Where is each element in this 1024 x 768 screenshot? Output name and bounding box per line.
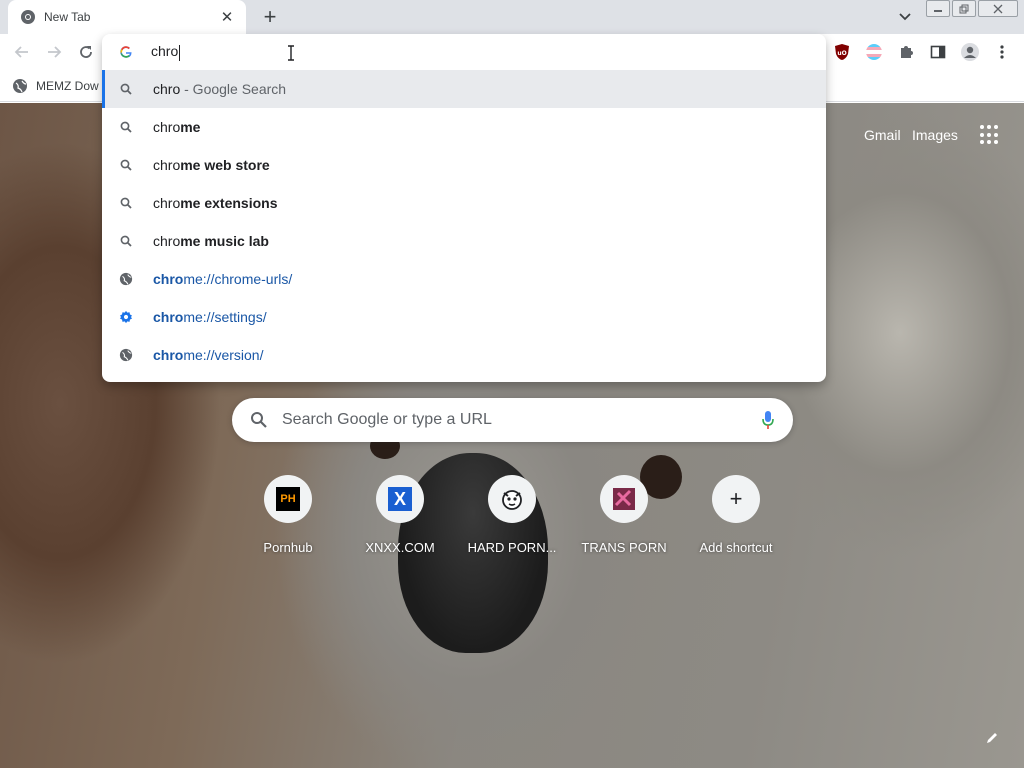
minimize-button[interactable] [926, 0, 950, 17]
ibeam-cursor-icon [288, 45, 294, 61]
window-controls [926, 0, 1020, 18]
ntp-search-placeholder: Search Google or type a URL [282, 411, 492, 428]
suggestion-item[interactable]: chrome://settings/ [102, 298, 826, 336]
xnxx-favicon-icon: X [388, 487, 412, 511]
search-icon [119, 196, 133, 210]
suggestion-item[interactable]: chrome://chrome-urls/ [102, 260, 826, 298]
suggestion-item[interactable]: chro - Google Search [102, 70, 826, 108]
trans-porn-favicon-icon [613, 488, 635, 510]
back-button[interactable] [10, 40, 34, 64]
gmail-link[interactable]: Gmail [864, 127, 901, 143]
pornhub-favicon-icon: PH [276, 487, 300, 511]
text-caret [179, 44, 181, 61]
shortcut-tile[interactable]: HARD PORN... [456, 475, 568, 565]
animal-face-favicon-icon [502, 490, 522, 510]
side-panel-icon[interactable] [926, 40, 950, 64]
add-shortcut-button[interactable]: + Add shortcut [680, 475, 792, 565]
images-link[interactable]: Images [912, 127, 958, 143]
shortcut-icon-container [600, 475, 648, 523]
globe-icon [13, 79, 27, 93]
microphone-icon[interactable] [761, 410, 775, 430]
restore-button[interactable] [952, 0, 976, 17]
suggestion-text: chrome://version/ [153, 347, 264, 363]
suggestion-item[interactable]: chrome music lab [102, 222, 826, 260]
suggestion-text: chrome://settings/ [153, 309, 267, 325]
search-icon [119, 234, 133, 248]
back-arrow-icon [14, 46, 28, 58]
menu-kebab-icon[interactable] [990, 40, 1014, 64]
bookmark-memz[interactable]: MEMZ Dow [12, 76, 99, 96]
shortcut-label: XNXX.COM [365, 540, 435, 555]
shortcut-icon-container: X [376, 475, 424, 523]
search-icon [119, 158, 133, 172]
address-bar[interactable]: chro [102, 34, 826, 70]
shortcuts: PH Pornhub X XNXX.COM HARD PORN... TRANS… [232, 475, 792, 565]
suggestion-text: chrome extensions [153, 195, 278, 211]
close-window-button[interactable] [978, 0, 1018, 17]
forward-arrow-icon [48, 46, 62, 58]
google-g-icon [120, 46, 132, 58]
bookmark-label: MEMZ Dow [36, 79, 99, 93]
shortcut-tile[interactable]: PH Pornhub [232, 475, 344, 565]
shortcut-label: Pornhub [263, 540, 313, 555]
globe-icon [119, 272, 133, 286]
shortcut-label: TRANS PORN [581, 540, 667, 555]
ntp-search-box[interactable]: Search Google or type a URL [232, 398, 793, 442]
shortcut-label: Add shortcut [699, 540, 773, 555]
google-apps-icon[interactable] [980, 125, 1000, 145]
search-icon [119, 120, 133, 134]
customize-pencil-icon[interactable] [980, 726, 1004, 750]
shortcut-icon-container: + [712, 475, 760, 523]
chrome-icon [21, 10, 35, 24]
close-tab-icon[interactable]: ✕ [218, 8, 236, 26]
suggestion-item[interactable]: chrome [102, 108, 826, 146]
suggestion-text: chrome music lab [153, 233, 269, 249]
shortcut-tile[interactable]: TRANS PORN [568, 475, 680, 565]
forward-button[interactable] [42, 40, 66, 64]
svg-text:uO: uO [837, 50, 846, 57]
suggestion-item[interactable]: chrome web store [102, 146, 826, 184]
shortcut-tile[interactable]: X XNXX.COM [344, 475, 456, 565]
suggestion-item[interactable]: chrome://version/ [102, 336, 826, 374]
address-bar-text: chro [151, 43, 181, 61]
tab-strip: New Tab ✕ + [0, 0, 1024, 34]
shortcut-icon-container [488, 475, 536, 523]
extensions-puzzle-icon[interactable] [894, 40, 918, 64]
globe-icon [119, 348, 133, 362]
shortcut-icon-container: PH [264, 475, 312, 523]
omnibox-dropdown: chro chro - Google Search chrome chrome … [102, 34, 826, 382]
suggestion-item[interactable]: chrome extensions [102, 184, 826, 222]
trans-flag-extension-icon[interactable] [862, 40, 886, 64]
suggestion-text: chrome web store [153, 157, 270, 173]
tab-search-chevron-icon[interactable] [893, 6, 917, 28]
search-icon [119, 82, 133, 96]
suggestion-list: chro - Google Search chrome chrome web s… [102, 70, 826, 374]
tab-new-tab[interactable]: New Tab ✕ [8, 0, 246, 34]
suggestion-text: chro - Google Search [153, 81, 287, 97]
profile-avatar-icon[interactable] [958, 40, 982, 64]
shortcut-label: HARD PORN... [467, 540, 557, 555]
tab-title: New Tab [44, 10, 91, 24]
ublock-origin-icon[interactable]: uO [830, 40, 854, 64]
new-tab-button[interactable]: + [257, 5, 283, 29]
suggestion-text: chrome [153, 119, 201, 135]
reload-button[interactable] [74, 40, 98, 64]
suggestion-text: chrome://chrome-urls/ [153, 271, 293, 287]
reload-icon [80, 46, 92, 58]
settings-gear-icon [119, 310, 133, 324]
search-icon [251, 412, 267, 428]
plus-icon: + [729, 486, 743, 511]
